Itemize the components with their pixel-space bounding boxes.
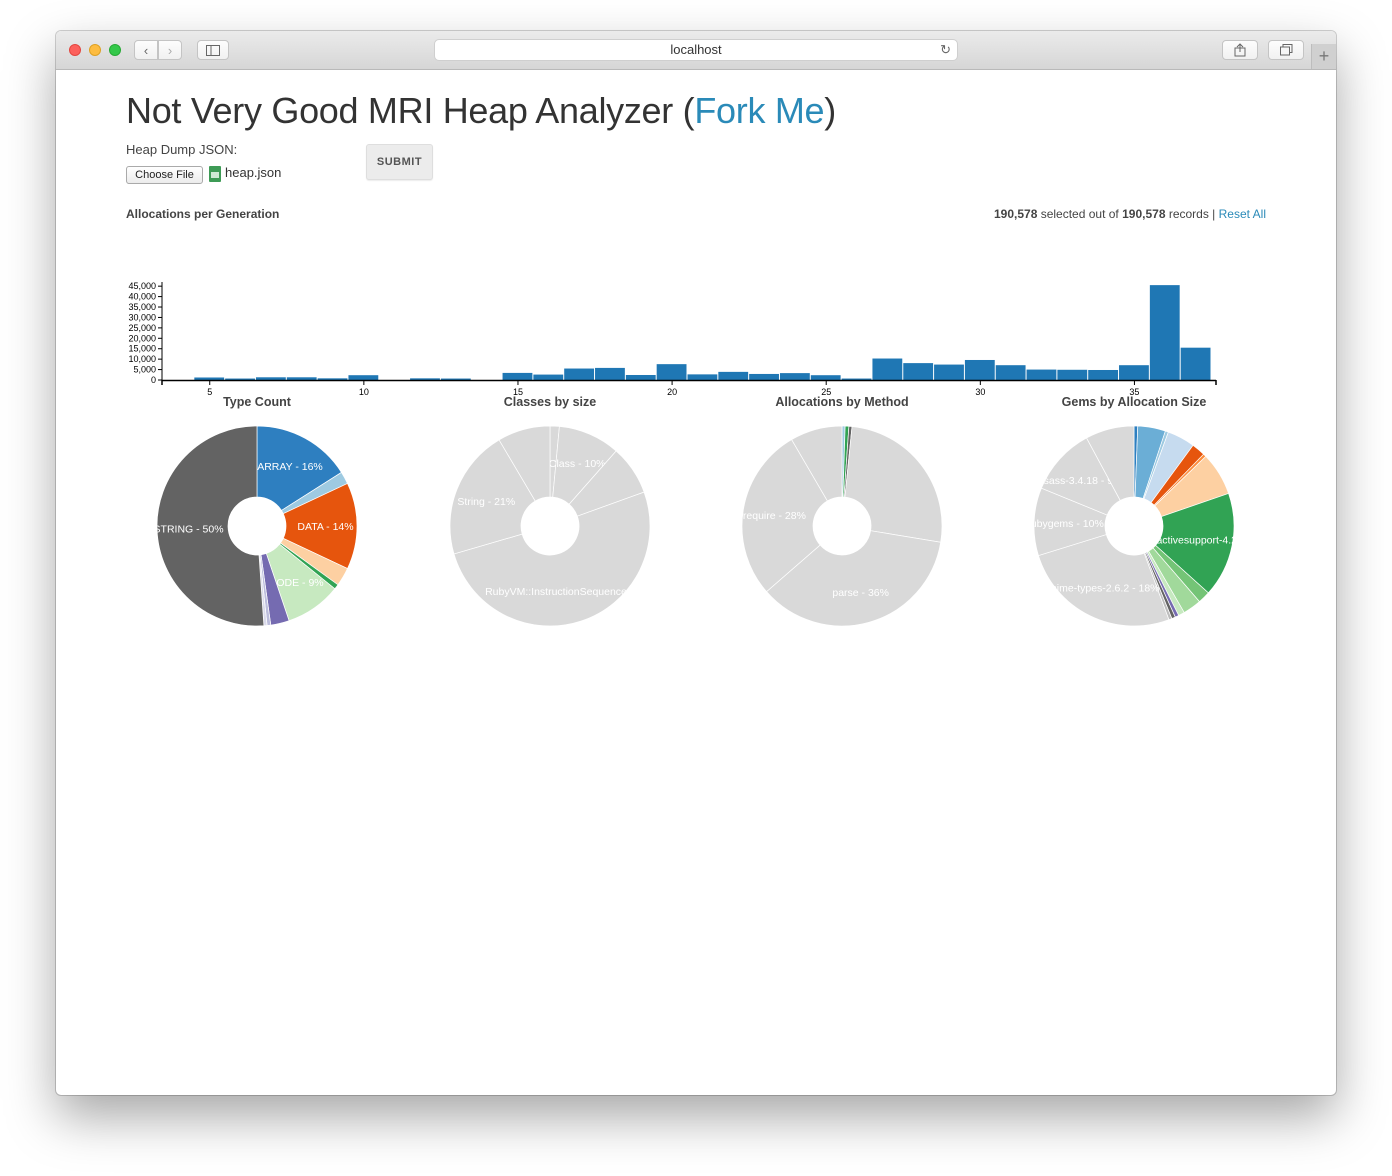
- histogram-y-tick-label: 15,000: [128, 344, 156, 354]
- histogram-bar[interactable]: [1088, 369, 1119, 380]
- pie-slice-label: require - 28%: [743, 510, 806, 522]
- histogram-y-tick-label: 35,000: [128, 302, 156, 312]
- share-icon: [1234, 43, 1246, 57]
- tabs-overview-button[interactable]: [1268, 40, 1304, 60]
- url-text: localhost: [670, 42, 722, 57]
- histogram-bar[interactable]: [995, 365, 1026, 380]
- sidebar-icon: [206, 44, 220, 56]
- page-content: Not Very Good MRI Heap Analyzer (Fork Me…: [56, 70, 1336, 1095]
- json-file-icon: [209, 166, 221, 182]
- histogram-bar[interactable]: [194, 377, 225, 380]
- histogram-y-tick-label: 25,000: [128, 323, 156, 333]
- pie-slice-label: rubygems - 10%: [1027, 518, 1103, 530]
- histogram-bar[interactable]: [1026, 369, 1057, 380]
- histogram-x-tick-label: 30: [975, 387, 985, 397]
- histogram-bar[interactable]: [810, 375, 841, 380]
- histogram-bar[interactable]: [564, 368, 595, 380]
- address-bar[interactable]: localhost ↻: [434, 39, 958, 61]
- histogram-bar[interactable]: [625, 374, 656, 380]
- histogram-bar[interactable]: [255, 377, 286, 380]
- pie-slice-label: DATA - 14%: [297, 521, 353, 533]
- submit-button[interactable]: SUBMIT: [366, 144, 433, 180]
- pie-slice-label: ARRAY - 16%: [257, 461, 323, 473]
- histogram-bar[interactable]: [502, 372, 533, 380]
- histogram-bar[interactable]: [964, 359, 995, 380]
- gems-by-allocation-pie[interactable]: activesupport-4.2.0 mime-types-2.6.2 - 18…: [1024, 416, 1244, 636]
- histogram-bar[interactable]: [1180, 347, 1211, 380]
- histogram-bar[interactable]: [779, 373, 810, 380]
- pie-slice-label: Class - 10%: [549, 458, 606, 470]
- close-window-button[interactable]: [69, 44, 81, 56]
- classes-by-size-pie[interactable]: Class - 10%RubyVM::InstructionSequence -…: [440, 416, 660, 636]
- browser-window: ‹ › localhost ↻ + Not Very Good MRI Heap…: [56, 31, 1336, 1095]
- histogram-bar[interactable]: [1057, 369, 1088, 380]
- browser-toolbar: ‹ › localhost ↻ +: [56, 31, 1336, 70]
- histogram-bar[interactable]: [1149, 285, 1180, 380]
- type-count-pie[interactable]: ARRAY - 16%DATA - 14%NODE - 9%STRING - 5…: [147, 416, 367, 636]
- fork-me-link[interactable]: Fork Me: [694, 90, 824, 131]
- total-count: 190,578: [1122, 207, 1166, 221]
- histogram-y-tick-label: 5,000: [133, 365, 156, 375]
- histogram-bar[interactable]: [1119, 365, 1149, 380]
- classes-by-size-title: Classes by size: [503, 395, 597, 409]
- allocations-histogram[interactable]: 05,00010,00015,00020,00025,00030,00035,0…: [116, 240, 1226, 410]
- pie-hole: [1105, 497, 1163, 555]
- zoom-window-button[interactable]: [109, 44, 121, 56]
- new-tab-button[interactable]: +: [1311, 44, 1336, 69]
- chevron-right-icon: ›: [167, 42, 173, 58]
- selected-count: 190,578: [993, 207, 1038, 221]
- pie-slice-label: activesupport-4.2.0: [1156, 535, 1244, 547]
- minimize-window-button[interactable]: [89, 44, 101, 56]
- heap-dump-label: Heap Dump JSON:: [126, 142, 238, 157]
- histogram-y-tick-label: 45,000: [128, 281, 156, 291]
- pie-slice-label: RubyVM::InstructionSequence - 51%: [485, 586, 657, 598]
- histogram-bar[interactable]: [595, 367, 625, 380]
- share-button[interactable]: [1222, 40, 1258, 60]
- histogram-bar[interactable]: [286, 377, 317, 380]
- reset-all-link[interactable]: Reset All: [1219, 207, 1266, 221]
- choose-file-button[interactable]: Choose File: [126, 166, 203, 184]
- pie-slice-label: STRING - 50%: [154, 523, 224, 535]
- pie-hole: [521, 497, 579, 555]
- histogram-bar[interactable]: [934, 364, 964, 380]
- histogram-y-tick-label: 0: [151, 375, 156, 385]
- records-summary: 190,578 selected out of 190,578 records …: [993, 207, 1266, 221]
- chevron-left-icon: ‹: [143, 42, 149, 58]
- pie-hole: [813, 497, 871, 555]
- histogram-bar[interactable]: [872, 358, 903, 380]
- histogram-bar[interactable]: [533, 374, 564, 380]
- histogram-bar[interactable]: [718, 371, 749, 380]
- histogram-y-tick-label: 20,000: [128, 333, 156, 343]
- histogram-bar[interactable]: [903, 363, 934, 380]
- histogram-bar[interactable]: [348, 375, 379, 380]
- histogram-y-tick-label: 10,000: [128, 354, 156, 364]
- allocations-by-method-title: Allocations by Method: [775, 395, 909, 409]
- histogram-bar[interactable]: [749, 373, 779, 380]
- pie-slice-label: String - 21%: [457, 496, 515, 508]
- pie-hole: [228, 497, 286, 555]
- pie-slice-label: mime-types-2.6.2 - 18%: [1048, 582, 1159, 594]
- page-title: Not Very Good MRI Heap Analyzer (Fork Me…: [126, 90, 836, 131]
- back-button[interactable]: ‹: [134, 40, 158, 60]
- histogram-y-tick-label: 30,000: [128, 312, 156, 322]
- selected-file-name: heap.json: [225, 165, 282, 180]
- histogram-title: Allocations per Generation: [126, 207, 280, 221]
- forward-button[interactable]: ›: [158, 40, 182, 60]
- reload-icon[interactable]: ↻: [940, 40, 951, 60]
- type-count-title: Type Count: [223, 395, 291, 409]
- histogram-bar[interactable]: [687, 374, 718, 380]
- plus-icon: +: [1318, 46, 1330, 66]
- histogram-bar[interactable]: [317, 378, 348, 380]
- tabs-icon: [1279, 44, 1292, 56]
- allocations-by-method-pie[interactable]: parse - 36% require - 28%: [732, 416, 952, 636]
- histogram-bar[interactable]: [410, 378, 440, 380]
- histogram-x-tick-label: 20: [667, 387, 677, 397]
- histogram-y-tick-label: 40,000: [128, 292, 156, 302]
- gems-by-allocation-title: Gems by Allocation Size: [1061, 395, 1207, 409]
- histogram-bar[interactable]: [656, 364, 687, 380]
- sidebar-toggle-button[interactable]: [197, 40, 229, 60]
- pie-slice-label: parse - 36%: [832, 587, 889, 599]
